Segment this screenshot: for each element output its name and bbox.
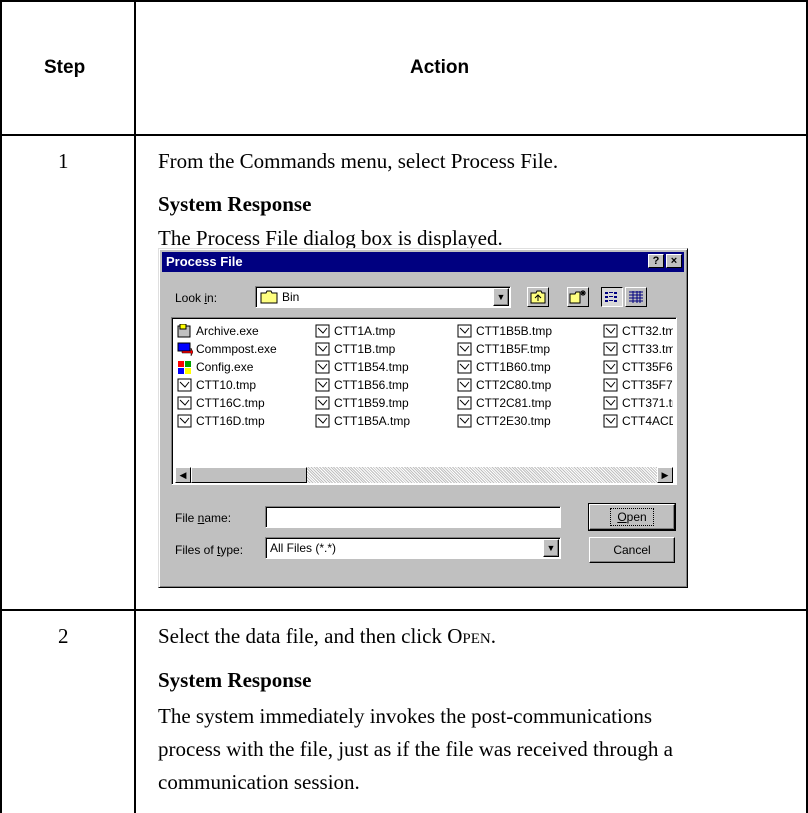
dialog-title: Process File [166, 254, 243, 269]
help-button[interactable]: ? [648, 254, 664, 268]
tmp-file-icon [315, 396, 331, 410]
list-item[interactable]: Config.exe [177, 359, 253, 375]
tmp-file-icon [457, 342, 473, 356]
open-button[interactable]: Open [588, 503, 676, 531]
tmp-file-icon [603, 342, 619, 356]
list-item[interactable]: CTT35F7.tmp [603, 377, 673, 393]
table-border-left [0, 0, 2, 813]
tmp-file-icon [315, 414, 331, 428]
tmp-file-icon [603, 378, 619, 392]
tmp-file-icon [177, 378, 193, 392]
file-name-label: File name: [175, 511, 232, 525]
action-header: Action [410, 57, 470, 78]
step-header: Step [44, 57, 86, 78]
scroll-left-arrow-icon[interactable]: ◀ [175, 467, 191, 483]
tmp-file-icon [457, 378, 473, 392]
horizontal-scrollbar[interactable]: ◀ ▶ [175, 467, 673, 483]
list-item[interactable]: CTT33.tmp [603, 341, 673, 357]
tmp-file-icon [315, 360, 331, 374]
folder-icon [260, 290, 278, 307]
up-folder-icon [530, 290, 546, 304]
files-of-type-select[interactable]: All Files (*.*) ▼ [265, 537, 561, 559]
tmp-file-icon [603, 324, 619, 338]
list-item[interactable]: CTT2C80.tmp [457, 377, 551, 393]
list-item[interactable]: CTT16D.tmp [177, 413, 265, 429]
tmp-file-icon [315, 342, 331, 356]
look-in-dropdown-button[interactable]: ▼ [493, 288, 509, 306]
look-in-combo[interactable]: Bin ▼ [255, 286, 511, 308]
list-item[interactable]: Archive.exe [177, 323, 259, 339]
table-top-rule [0, 0, 808, 2]
list-item[interactable]: CTT1B.tmp [315, 341, 395, 357]
step-2-response-line-1: The system immediately invokes the post-… [158, 704, 652, 728]
list-item[interactable]: CTT1B59.tmp [315, 395, 409, 411]
tmp-file-icon [457, 396, 473, 410]
step-2-response-line-2: process with the file, just as if the fi… [158, 737, 673, 761]
list-view-button[interactable] [601, 287, 623, 307]
tmp-file-icon [315, 378, 331, 392]
list-item[interactable]: CTT1A.tmp [315, 323, 395, 339]
look-in-value: Bin [282, 290, 300, 304]
header-rule [0, 134, 808, 136]
tmp-file-icon [457, 324, 473, 338]
list-item[interactable]: CTT1B60.tmp [457, 359, 551, 375]
open-keyword: Open [447, 624, 491, 648]
list-item[interactable]: CTT371.tmp [603, 395, 673, 411]
dialog-titlebar: Process File ? × [162, 252, 684, 272]
list-item[interactable]: CTT1B54.tmp [315, 359, 409, 375]
row-rule [0, 609, 808, 611]
tmp-file-icon [177, 414, 193, 428]
step-number-1: 1 [58, 149, 69, 173]
files-of-type-label: Files of type: [175, 543, 244, 557]
scrollbar-thumb[interactable] [191, 467, 307, 483]
details-view-button[interactable] [625, 287, 647, 307]
step-2-response-line-3: communication session. [158, 770, 360, 794]
tmp-file-icon [177, 396, 193, 410]
scroll-right-arrow-icon[interactable]: ▶ [657, 467, 673, 483]
cancel-button[interactable]: Cancel [589, 537, 675, 563]
list-item[interactable]: CTT32.tmp [603, 323, 673, 339]
list-item[interactable]: CTT10.tmp [177, 377, 256, 393]
tmp-file-icon [315, 324, 331, 338]
list-item[interactable]: CTT2E30.tmp [457, 413, 551, 429]
process-file-dialog: Process File ? × Look in: Bin ▼ Archive.… [158, 248, 688, 588]
tmp-file-icon [457, 360, 473, 374]
tmp-file-icon [457, 414, 473, 428]
list-item[interactable]: CTT1B5B.tmp [457, 323, 552, 339]
list-item[interactable]: CTT16C.tmp [177, 395, 265, 411]
look-in-label: Look in: [175, 291, 218, 305]
list-item[interactable]: CTT1B56.tmp [315, 377, 409, 393]
file-list: Archive.exe Commpost.exe Config.exe CTT1… [173, 319, 675, 485]
step-1-response-heading: System Response [158, 192, 312, 216]
step-1-instruction: From the Commands menu, select Process F… [158, 149, 559, 173]
new-folder-icon [569, 290, 586, 304]
tmp-file-icon [603, 360, 619, 374]
close-button[interactable]: × [666, 254, 682, 268]
commpost-exe-icon [177, 342, 194, 357]
up-one-level-button[interactable] [527, 287, 549, 307]
list-item[interactable]: Commpost.exe [177, 341, 277, 357]
column-divider [134, 0, 136, 813]
list-item[interactable]: CTT1B5F.tmp [457, 341, 550, 357]
config-exe-icon [177, 360, 193, 374]
step-number-2: 2 [58, 624, 69, 648]
list-item[interactable]: CTT1B5A.tmp [315, 413, 410, 429]
tmp-file-icon [603, 414, 619, 428]
list-item[interactable]: CTT4ACD.tmp [603, 413, 673, 429]
archive-exe-icon [177, 323, 193, 338]
file-name-input[interactable] [265, 506, 561, 528]
details-view-icon [629, 291, 643, 303]
list-item[interactable]: CTT35F6.tmp [603, 359, 673, 375]
list-view-icon [605, 292, 617, 302]
step-2-instruction: Select the data file, and then click Ope… [158, 624, 496, 648]
create-new-folder-button[interactable] [567, 287, 589, 307]
list-item[interactable]: CTT2C81.tmp [457, 395, 551, 411]
tmp-file-icon [603, 396, 619, 410]
files-of-type-dropdown-button[interactable]: ▼ [543, 539, 559, 557]
step-2-response-heading: System Response [158, 668, 312, 692]
